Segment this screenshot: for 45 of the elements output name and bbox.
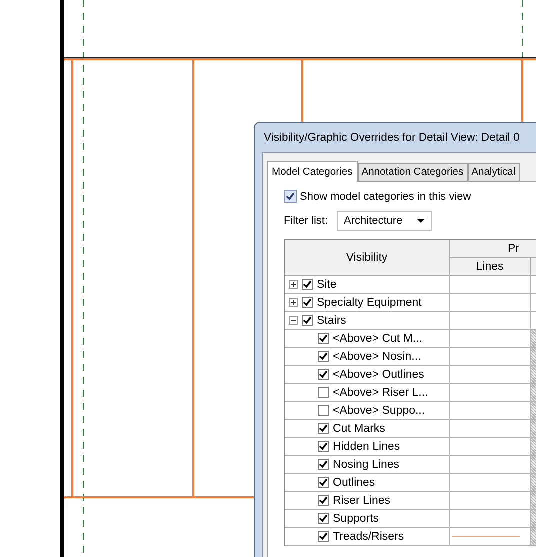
tab[interactable]: Analytical: [468, 163, 520, 181]
checkbox[interactable]: [318, 477, 329, 488]
checkbox[interactable]: [318, 387, 329, 398]
checkbox[interactable]: [318, 513, 329, 524]
checkbox[interactable]: [318, 459, 329, 470]
category-name: Site: [317, 278, 337, 290]
filter-label: Filter list:: [284, 215, 328, 227]
caret-icon: [417, 219, 425, 223]
category-name: Supports: [333, 512, 380, 524]
category-name: <Above> Riser L...: [333, 386, 428, 398]
checkbox[interactable]: [302, 315, 313, 326]
checkbox[interactable]: [318, 441, 329, 452]
expand-toggle-icon[interactable]: [289, 280, 298, 289]
tab[interactable]: Annotation Categories: [358, 163, 468, 181]
checkbox-label: Show model categories in this view: [300, 190, 472, 202]
expand-toggle-icon[interactable]: [289, 316, 298, 325]
column-header[interactable]: Pr: [450, 240, 536, 258]
column-header[interactable]: Lines: [450, 258, 531, 276]
filter-dropdown[interactable]: Architecture: [337, 211, 432, 231]
category-name: Stairs: [317, 314, 346, 326]
checkbox[interactable]: [318, 405, 329, 416]
checkbox[interactable]: [318, 531, 329, 542]
category-name: Specialty Equipment: [317, 296, 422, 308]
category-name: Nosing Lines: [333, 458, 400, 470]
column-header[interactable]: Visibility: [285, 240, 450, 276]
category-name: Outlines: [333, 476, 376, 488]
checkbox[interactable]: [318, 495, 329, 506]
category-name: <Above> Cut M...: [333, 332, 422, 344]
checkbox[interactable]: [302, 297, 313, 308]
checkbox[interactable]: [318, 423, 329, 434]
window-title: Visibility/Graphic Overrides for Detail View: Detail 0: [264, 132, 520, 144]
category-name: Hidden Lines: [333, 440, 400, 452]
checkbox[interactable]: [318, 351, 329, 362]
checkbox[interactable]: [318, 333, 329, 344]
expand-toggle-icon[interactable]: [289, 298, 298, 307]
category-name: <Above> Suppo...: [333, 404, 426, 416]
checkbox[interactable]: [284, 190, 297, 203]
checkbox[interactable]: [302, 279, 313, 290]
checkbox[interactable]: [318, 369, 329, 380]
category-name: Cut Marks: [333, 422, 386, 434]
category-name: <Above> Nosin...: [333, 350, 422, 362]
category-name: <Above> Outlines: [333, 368, 424, 380]
tab[interactable]: Model Categories: [267, 161, 358, 182]
category-name: Treads/Risers: [333, 530, 404, 542]
category-name: Riser Lines: [333, 494, 391, 506]
